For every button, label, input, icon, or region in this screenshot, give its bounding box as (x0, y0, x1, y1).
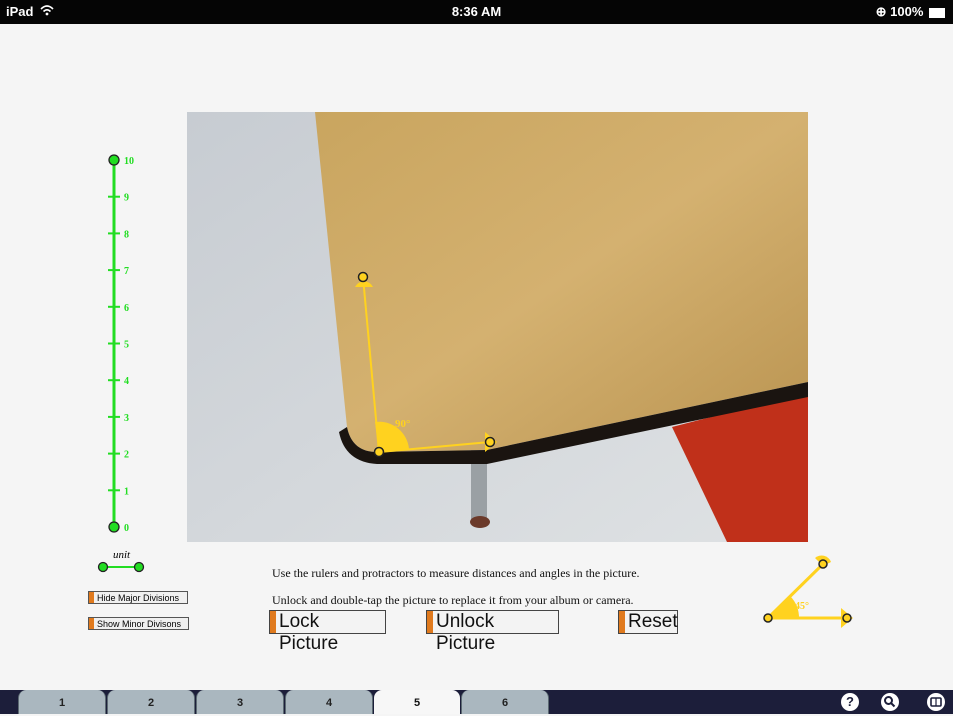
protractor-tool[interactable]: 45° (755, 552, 865, 632)
tab-3[interactable]: 3 (196, 690, 284, 714)
status-time: 8:36 AM (451, 4, 502, 19)
reset-button[interactable]: Reset (618, 610, 678, 634)
ruler-bottom-handle[interactable] (108, 521, 120, 533)
angle-label: 90° (395, 418, 410, 430)
tab-4[interactable]: 4 (285, 690, 373, 714)
ruler-tick-label: 2 (124, 450, 129, 461)
instruction-text-1: Use the rulers and protractors to measur… (272, 566, 640, 580)
search-icon[interactable] (881, 693, 899, 711)
ruler-tick-label: 7 (124, 266, 129, 277)
battery-percent: 100% (890, 4, 924, 19)
status-bar: iPad 8:36 AM ⊕ 100% (0, 0, 953, 24)
tab-bar: 1 2 3 4 5 6 ? (0, 690, 953, 714)
unlock-picture-button[interactable]: Unlock Picture (426, 610, 559, 654)
instruction-text-2: Unlock and double-tap the picture to rep… (272, 593, 634, 607)
protractor-angle-label: 45° (795, 601, 809, 612)
unit-indicator[interactable]: unit (95, 549, 155, 580)
ruler-tick-label: 6 (124, 303, 129, 314)
unit-label: unit (113, 549, 131, 561)
ruler-tick-label: 5 (124, 340, 129, 351)
show-minor-divisions-button[interactable]: Show Minor Divisons (88, 617, 189, 630)
book-icon[interactable] (927, 693, 945, 711)
ruler-tick-label: 1 (124, 486, 129, 497)
lock-picture-button[interactable]: Lock Picture (269, 610, 386, 654)
ruler-tick-label: 4 (124, 376, 129, 387)
ruler-tick-label: 0 (124, 523, 129, 534)
vertical-ruler[interactable]: 10 9 8 7 6 5 4 3 2 1 0 (90, 150, 150, 540)
ruler-tick-label: 8 (124, 229, 129, 240)
ruler-top-handle[interactable] (108, 154, 120, 166)
tab-6[interactable]: 6 (461, 690, 549, 714)
ruler-tick-label: 9 (124, 193, 129, 204)
help-icon[interactable]: ? (841, 693, 859, 711)
ruler-tick-label: 10 (124, 156, 134, 167)
hide-major-divisions-button[interactable]: Hide Major Divisions (88, 591, 188, 604)
ruler-tick-label: 3 (124, 413, 129, 424)
tab-5[interactable]: 5 (374, 690, 460, 714)
tab-2[interactable]: 2 (107, 690, 195, 714)
orientation-lock-icon: ⊕ (875, 4, 887, 19)
tab-1[interactable]: 1 (18, 690, 106, 714)
battery-icon (929, 7, 945, 18)
measurement-photo[interactable]: 90° (187, 112, 808, 542)
